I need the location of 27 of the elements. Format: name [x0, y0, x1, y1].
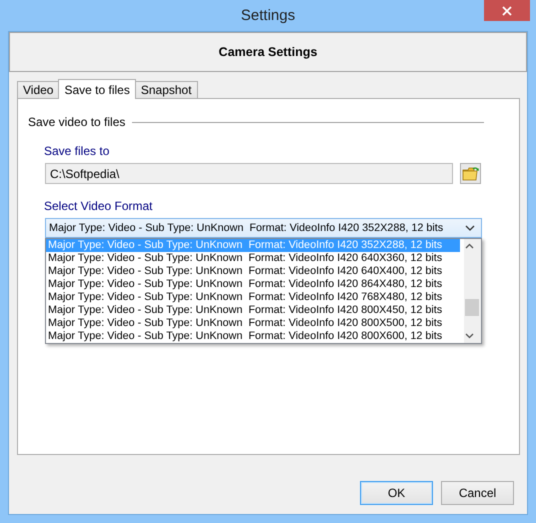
group-title: Save video to files [28, 115, 126, 129]
format-dropdown[interactable]: Major Type: Video - Sub Type: UnKnown Format: VideoInfo I420 352X288, 12 bits [45, 218, 482, 238]
close-icon [502, 6, 512, 16]
scroll-up-icon[interactable] [465, 243, 474, 249]
chevron-down-icon [465, 225, 475, 231]
format-option[interactable]: Major Type: Video - Sub Type: UnKnown Format: VideoInfo I420 640X360, 12 bits [46, 252, 460, 265]
ok-button[interactable]: OK [360, 481, 433, 505]
folder-icon [462, 166, 479, 181]
format-option[interactable]: Major Type: Video - Sub Type: UnKnown Format: VideoInfo I420 800X450, 12 bits [46, 304, 460, 317]
scrollbar-thumb[interactable] [465, 299, 479, 316]
field-label: Save files to [44, 144, 110, 158]
window-title: Settings [240, 7, 296, 24]
path-field[interactable]: C:\Softpedia\ [45, 163, 453, 184]
close-button[interactable] [484, 0, 530, 21]
format-option[interactable]: Major Type: Video - Sub Type: UnKnown Format: VideoInfo I420 864X480, 12 bits [46, 278, 460, 291]
browse-folder-button[interactable] [460, 163, 481, 184]
scroll-down-icon[interactable] [465, 333, 474, 339]
tab[interactable]: Save to files [58, 79, 136, 99]
format-option[interactable]: Major Type: Video - Sub Type: UnKnown Format: VideoInfo I420 640X400, 12 bits [46, 265, 460, 278]
format-option[interactable]: Major Type: Video - Sub Type: UnKnown Format: VideoInfo I420 800X500, 12 bits [46, 317, 460, 330]
tab[interactable]: Snapshot [134, 81, 198, 98]
format-option[interactable]: Major Type: Video - Sub Type: UnKnown Format: VideoInfo I420 800X600, 12 bits [46, 330, 460, 343]
header-title: Camera Settings [9, 32, 527, 72]
tab[interactable]: Video [17, 81, 60, 98]
field-label: Select Video Format [44, 199, 152, 213]
cancel-button[interactable]: Cancel [441, 481, 514, 505]
format-option[interactable]: Major Type: Video - Sub Type: UnKnown Format: VideoInfo I420 768X480, 12 bits [46, 291, 460, 304]
